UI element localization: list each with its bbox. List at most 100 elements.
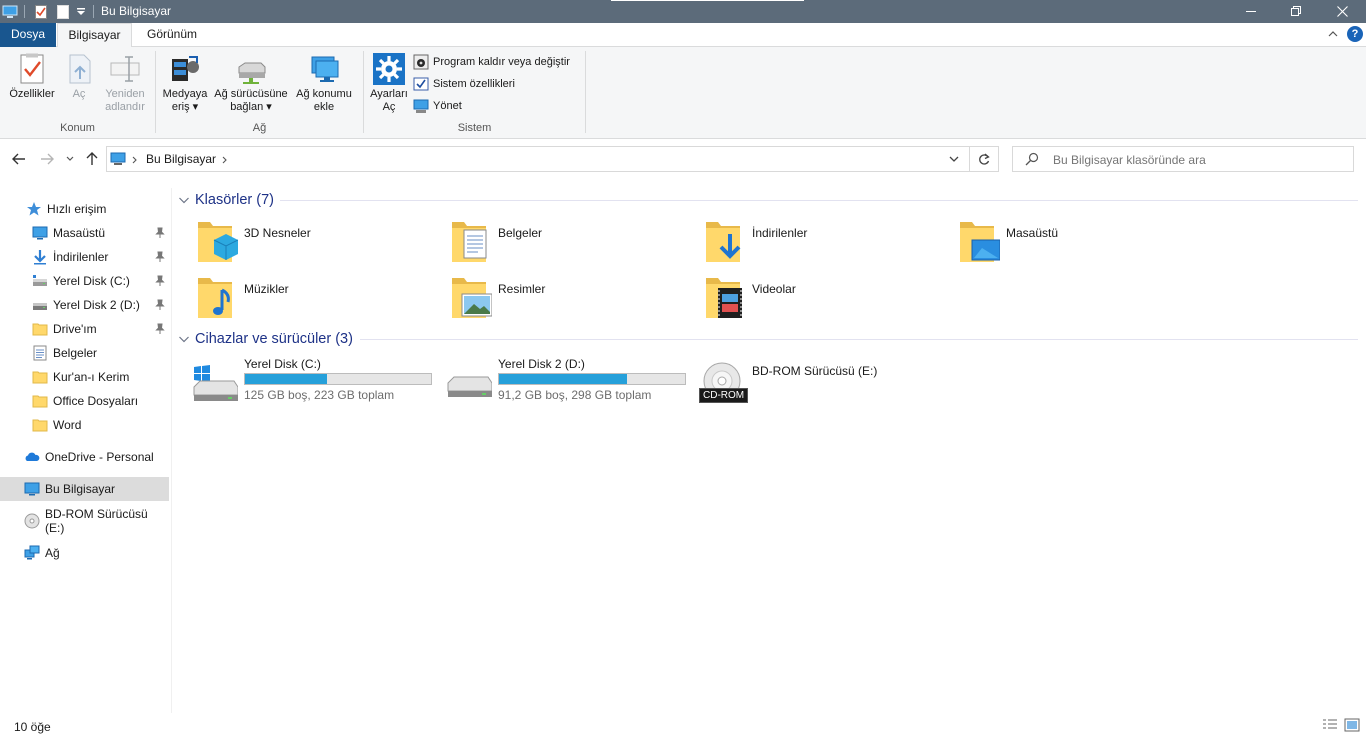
drive-usage-fill bbox=[245, 374, 327, 384]
breadcrumb-this-pc[interactable]: Bu Bilgisayar bbox=[146, 152, 216, 166]
group-separator bbox=[585, 51, 586, 133]
search-input[interactable] bbox=[1053, 151, 1343, 168]
uninstall-program-button[interactable]: Program kaldır veya değiştir bbox=[413, 53, 570, 71]
pin-icon[interactable] bbox=[154, 323, 166, 335]
folder-tile-pictures[interactable]: Resimler bbox=[426, 274, 676, 326]
recent-locations-button[interactable] bbox=[63, 149, 77, 169]
pin-icon[interactable] bbox=[154, 275, 166, 287]
this-pc-icon bbox=[2, 3, 18, 20]
sidebar-item-quick-access[interactable]: Hızlı erişim bbox=[0, 197, 169, 221]
access-media-button[interactable]: Medyaya eriş ▾ bbox=[160, 53, 210, 114]
folder-tile-desktop[interactable]: Masaüstü bbox=[934, 218, 1184, 270]
drive-tile-c[interactable]: Yerel Disk (C:) 125 GB boş, 223 GB topla… bbox=[172, 357, 432, 409]
back-button[interactable] bbox=[10, 149, 28, 169]
sidebar-item-quran[interactable]: Kur'an-ı Kerim bbox=[0, 365, 169, 389]
drive-space-info: 91,2 GB boş, 298 GB toplam bbox=[498, 388, 652, 402]
star-icon bbox=[27, 202, 41, 216]
sidebar-item-local-disk-c[interactable]: Yerel Disk (C:) bbox=[0, 269, 169, 293]
folder-tile-downloads[interactable]: İndirilenler bbox=[680, 218, 930, 270]
network-drive-icon bbox=[238, 62, 266, 84]
properties-quick-icon[interactable] bbox=[34, 3, 48, 20]
pin-icon[interactable] bbox=[154, 251, 166, 263]
pictures-folder-icon bbox=[452, 278, 492, 318]
folder-tile-documents[interactable]: Belgeler bbox=[426, 218, 676, 270]
folder-tile-videos[interactable]: Videolar bbox=[680, 274, 930, 326]
chevron-down-icon bbox=[66, 156, 74, 161]
properties-button[interactable]: Özellikler bbox=[6, 53, 58, 101]
open-label: Aç bbox=[72, 88, 86, 100]
forward-button[interactable] bbox=[38, 149, 56, 169]
rename-button[interactable]: Yeniden adlandır bbox=[100, 53, 150, 114]
sidebar-item-onedrive[interactable]: OneDrive - Personal bbox=[0, 445, 169, 469]
sidebar-item-bd-rom[interactable]: BD-ROM Sürücüsü (E:) bbox=[0, 507, 169, 535]
pin-icon[interactable] bbox=[154, 299, 166, 311]
sidebar-item-local-disk-d[interactable]: Yerel Disk 2 (D:) bbox=[0, 293, 169, 317]
rename-label-line2: adlandır bbox=[105, 101, 145, 113]
breadcrumb-chevron-icon[interactable] bbox=[222, 156, 228, 164]
address-bar[interactable]: Bu Bilgisayar bbox=[106, 146, 970, 172]
manage-button[interactable]: Yönet bbox=[413, 97, 462, 115]
settings-label-line2: Aç bbox=[382, 101, 396, 113]
system-properties-button[interactable]: Sistem özellikleri bbox=[413, 75, 515, 93]
collapse-ribbon-icon[interactable] bbox=[1326, 27, 1340, 41]
address-history-chevron-icon[interactable] bbox=[949, 156, 959, 163]
close-button[interactable] bbox=[1319, 0, 1365, 23]
pin-icon[interactable] bbox=[154, 227, 166, 239]
forward-arrow-icon bbox=[41, 153, 54, 165]
new-folder-quick-icon[interactable] bbox=[56, 3, 70, 20]
tab-file[interactable]: Dosya bbox=[0, 23, 56, 47]
group-label-location: Konum bbox=[60, 122, 95, 134]
download-icon bbox=[34, 250, 46, 265]
folder-tile-music[interactable]: Müzikler bbox=[172, 274, 422, 326]
access-media-label-line2: eriş ▾ bbox=[171, 101, 199, 113]
add-location-label-line1: Ağ konumu bbox=[296, 88, 352, 100]
sidebar-item-label: Drive'ım bbox=[53, 322, 97, 336]
large-icons-view-icon[interactable] bbox=[1344, 718, 1360, 732]
minimize-button[interactable] bbox=[1228, 0, 1274, 23]
tab-computer[interactable]: Bilgisayar bbox=[57, 23, 132, 48]
sidebar-item-label: Office Dosyaları bbox=[53, 394, 139, 408]
sidebar-item-this-pc[interactable]: Bu Bilgisayar bbox=[0, 477, 169, 501]
manage-computer-icon bbox=[413, 99, 429, 113]
drive-tile-d[interactable]: Yerel Disk 2 (D:) 91,2 GB boş, 298 GB to… bbox=[426, 357, 686, 409]
sidebar-item-downloads[interactable]: İndirilenler bbox=[0, 245, 169, 269]
up-button[interactable] bbox=[83, 149, 101, 169]
map-drive-label-line1: Ağ sürücüsüne bbox=[214, 88, 288, 100]
documents-folder-icon bbox=[452, 222, 487, 262]
group-divider-line bbox=[360, 339, 1358, 340]
search-box[interactable] bbox=[1012, 146, 1354, 172]
folder-tile-3d-objects[interactable]: 3D Nesneler bbox=[172, 218, 422, 270]
devices-group-header[interactable]: Cihazlar ve sürücüler (3) bbox=[178, 328, 353, 350]
windows-drive-icon bbox=[193, 365, 238, 401]
folders-group-header[interactable]: Klasörler (7) bbox=[178, 189, 274, 211]
details-view-icon[interactable] bbox=[1322, 718, 1338, 732]
network-icon bbox=[24, 545, 40, 560]
manage-label: Yönet bbox=[433, 100, 462, 112]
refresh-button[interactable] bbox=[970, 146, 999, 172]
sidebar-item-word[interactable]: Word bbox=[0, 413, 169, 437]
title-bar: Bu Bilgisayar bbox=[0, 0, 1366, 23]
add-network-location-button[interactable]: Ağ konumu ekle bbox=[292, 53, 356, 114]
system-properties-label: Sistem özellikleri bbox=[433, 78, 515, 90]
sidebar-item-documents[interactable]: Belgeler bbox=[0, 341, 169, 365]
drive-name: Yerel Disk (C:) bbox=[244, 357, 321, 371]
refresh-icon bbox=[979, 153, 990, 165]
sidebar-item-desktop[interactable]: Masaüstü bbox=[0, 221, 169, 245]
tab-view[interactable]: Görünüm bbox=[133, 23, 211, 47]
customize-quick-access-icon[interactable] bbox=[74, 3, 88, 20]
desktop-icon bbox=[32, 226, 48, 240]
open-settings-button[interactable]: Ayarları Aç bbox=[368, 53, 410, 114]
open-button[interactable]: Aç bbox=[64, 53, 94, 101]
help-icon[interactable]: ? bbox=[1347, 26, 1363, 42]
drive-tile-bd-rom[interactable]: CD-ROM BD-ROM Sürücüsü (E:) bbox=[680, 357, 930, 409]
folders-header-label: Klasörler (7) bbox=[195, 192, 274, 208]
downloads-folder-icon bbox=[706, 222, 741, 262]
restore-button[interactable] bbox=[1273, 0, 1319, 23]
folder-icon bbox=[32, 395, 48, 408]
sidebar-item-network[interactable]: Ağ bbox=[0, 541, 169, 565]
map-network-drive-button[interactable]: Ağ sürücüsüne bağlan ▾ bbox=[211, 53, 291, 114]
sidebar-item-office-files[interactable]: Office Dosyaları bbox=[0, 389, 169, 413]
network-location-icon bbox=[311, 56, 339, 82]
cd-rom-badge: CD-ROM bbox=[699, 388, 749, 403]
sidebar-item-my-drive[interactable]: Drive'ım bbox=[0, 317, 169, 341]
